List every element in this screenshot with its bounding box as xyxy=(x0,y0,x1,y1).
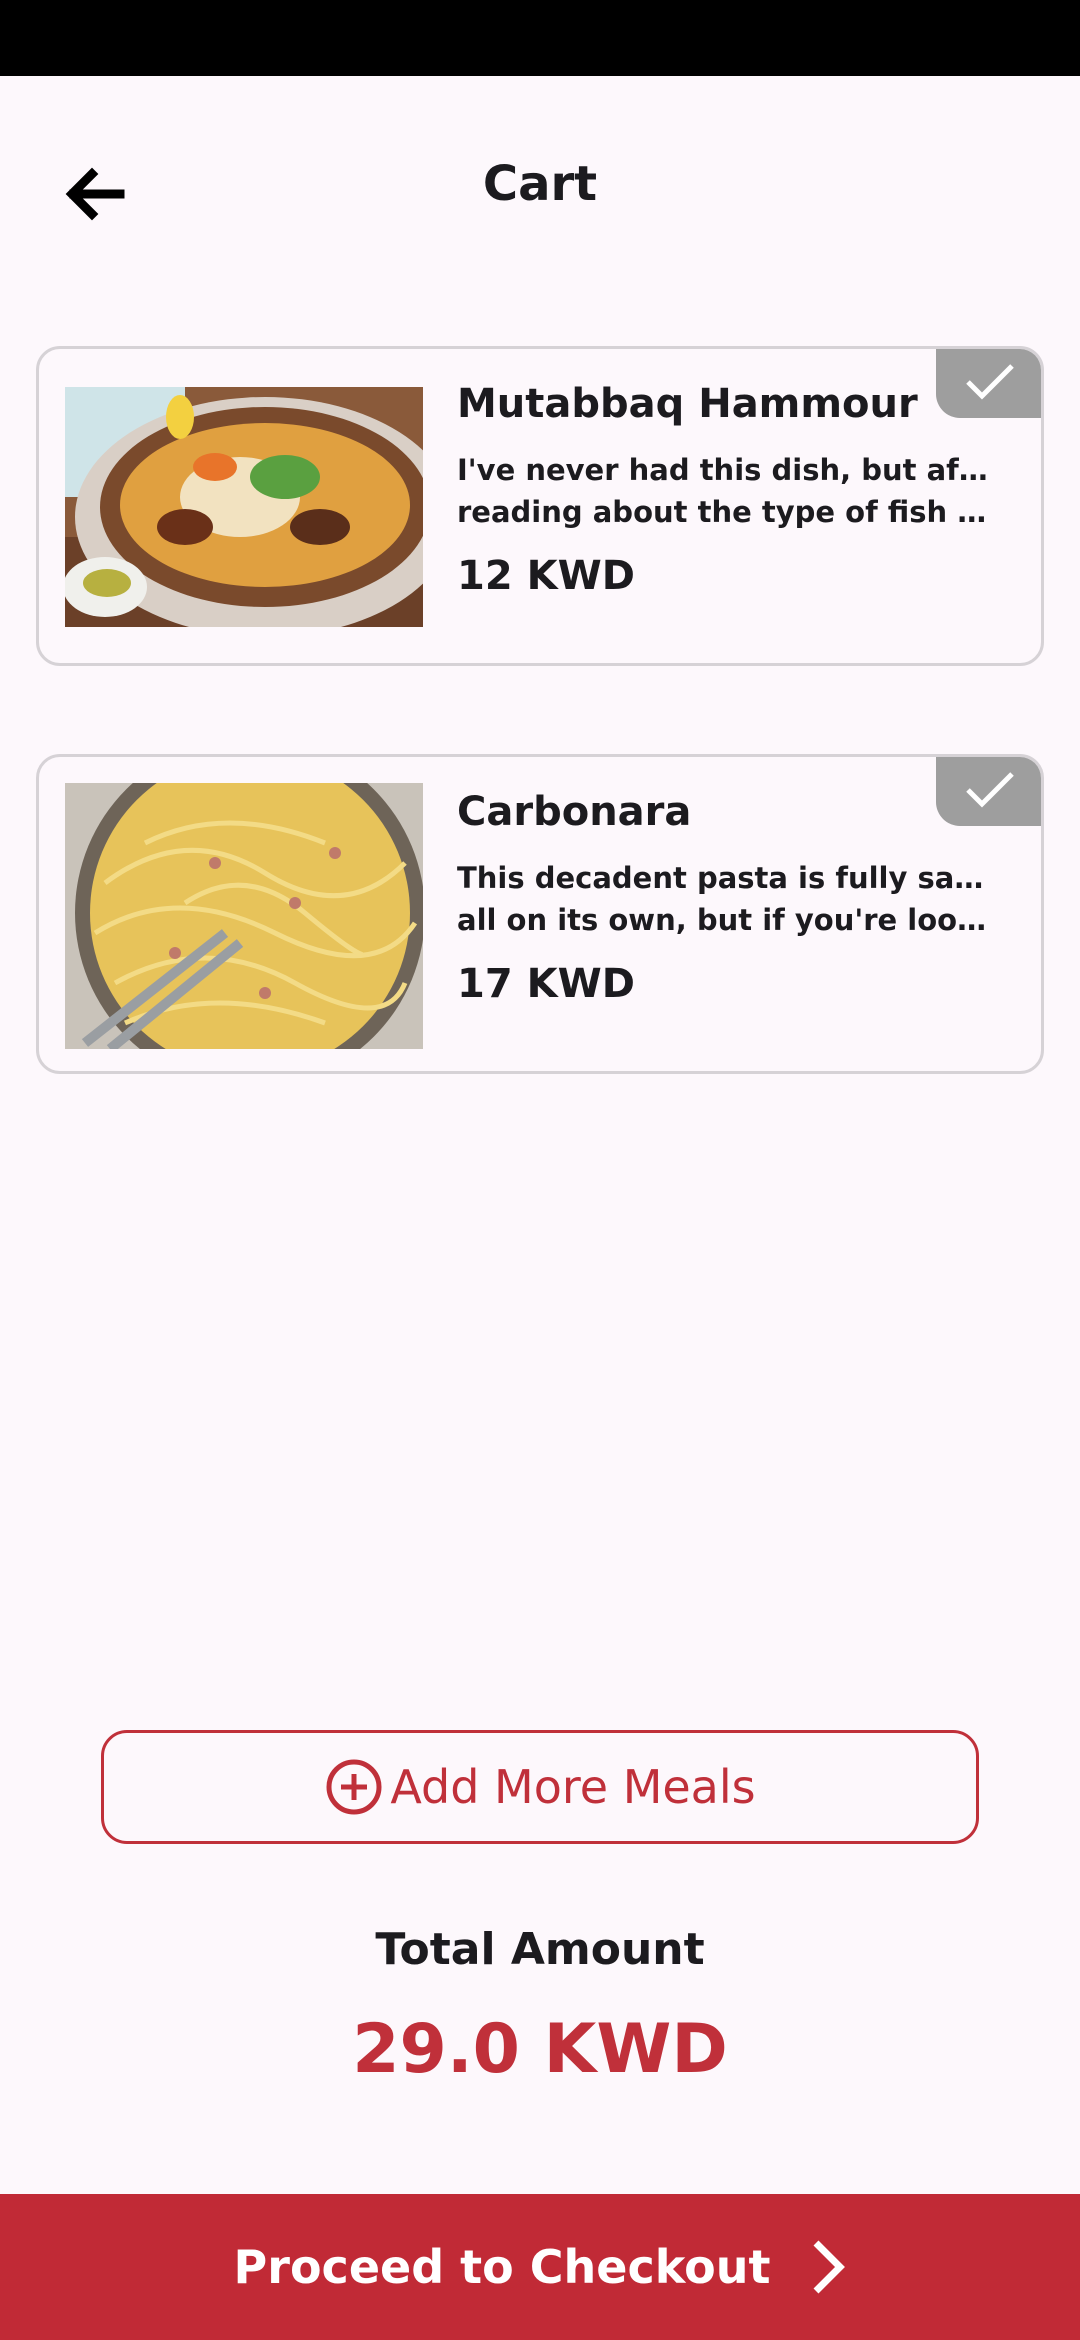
meal-image xyxy=(65,387,423,627)
meal-image xyxy=(65,783,423,1049)
selected-checkbox[interactable] xyxy=(936,349,1041,418)
total-amount-label: Total Amount xyxy=(375,1924,705,1975)
check-icon xyxy=(966,772,1014,808)
total-amount-value: 29.0 KWD xyxy=(352,2010,728,2089)
meal-price: 17 KWD xyxy=(457,961,635,1007)
meal-name: Mutabbaq Hammour xyxy=(457,381,918,427)
meal-price: 12 KWD xyxy=(457,553,635,599)
proceed-to-checkout-button[interactable]: Proceed to Checkout xyxy=(0,2194,1080,2340)
meal-description-line: This decadent pasta is fully satisfying xyxy=(457,861,997,895)
cart-item[interactable]: Mutabbaq Hammour I've never had this dis… xyxy=(36,346,1044,666)
chevron-right-icon xyxy=(813,2240,846,2294)
check-icon xyxy=(966,364,1014,400)
status-bar xyxy=(0,0,1080,76)
selected-checkbox[interactable] xyxy=(936,757,1041,826)
checkout-label: Proceed to Checkout xyxy=(233,2240,771,2294)
meal-description-line: reading about the type of fish typic... xyxy=(457,495,997,529)
meal-description-line: I've never had this dish, but after xyxy=(457,453,997,487)
meal-name: Carbonara xyxy=(457,789,692,835)
cart-item[interactable]: Carbonara This decadent pasta is fully s… xyxy=(36,754,1044,1074)
add-more-meals-label: Add More Meals xyxy=(390,1760,756,1814)
meal-description-line: all on its own, but if you're looking ..… xyxy=(457,903,997,937)
plus-circle-icon xyxy=(326,1759,382,1815)
add-more-meals-button[interactable]: Add More Meals xyxy=(101,1730,979,1844)
meal-description: I've never had this dish, but after read… xyxy=(457,449,997,533)
page-title: Cart xyxy=(482,156,598,212)
app-bar: Cart xyxy=(0,76,1080,296)
meal-description: This decadent pasta is fully satisfying … xyxy=(457,857,997,941)
